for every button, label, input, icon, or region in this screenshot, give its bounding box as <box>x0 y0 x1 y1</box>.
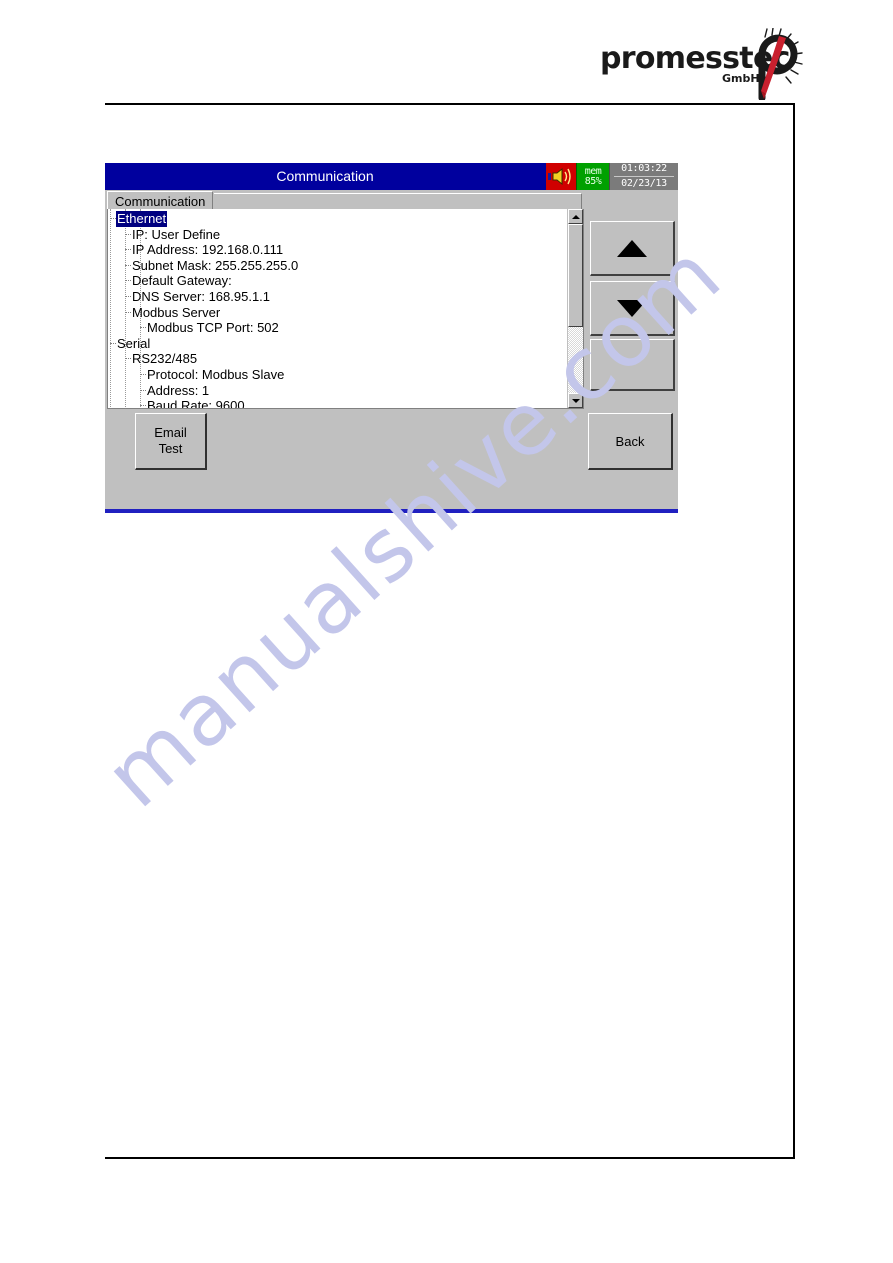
tree-item[interactable]: Subnet Mask: 255.255.255.0 <box>108 258 568 274</box>
down-arrow-icon <box>617 299 647 317</box>
memory-label: mem <box>584 165 602 177</box>
up-arrow-icon <box>617 239 647 257</box>
right-margin-rule <box>793 103 795 1159</box>
tree-scrollbar[interactable] <box>567 209 583 408</box>
tree-elbow-icon <box>121 351 131 367</box>
tree-item-label: RS232/485 <box>132 351 198 367</box>
tree-elbow-icon <box>121 289 131 305</box>
clock-divider <box>614 176 674 177</box>
clock-time: 01:03:22 <box>621 163 667 174</box>
key-blank-top <box>586 191 678 219</box>
tab-strip-filler <box>214 193 582 210</box>
tree-item[interactable]: Modbus TCP Port: 502 <box>108 320 568 336</box>
tree-item[interactable]: Protocol: Modbus Slave <box>108 367 568 383</box>
tree-elbow-icon <box>136 383 146 399</box>
tree-item[interactable]: Modbus Server <box>108 305 568 321</box>
scrollbar-track[interactable] <box>568 224 583 393</box>
tree-item-label: Baud Rate: 9600 <box>147 398 245 409</box>
memory-value: 85% <box>584 175 602 187</box>
tree-item-label: Protocol: Modbus Slave <box>147 366 285 382</box>
back-button[interactable]: Back <box>588 413 673 470</box>
tree-elbow-icon <box>136 398 146 408</box>
tree-item-label: IP: User Define <box>132 226 221 242</box>
settings-tree-panel[interactable]: Ethernet IP: User Define IP Address: 192.1… <box>107 209 584 409</box>
email-test-label-line2: Test <box>158 441 183 456</box>
tree-item[interactable]: Ethernet <box>108 211 568 227</box>
status-cluster: mem 85% 01:03:22 02/23/13 <box>546 163 678 190</box>
document-page: promesstec GmbH Communication mem 85% 01… <box>0 0 893 1263</box>
tree-elbow-icon <box>108 211 116 227</box>
scroll-down-glyph <box>571 398 580 403</box>
tree-item-label: Modbus Server <box>132 304 221 320</box>
tree-item[interactable]: Baud Rate: 9600 <box>108 398 568 409</box>
tree-elbow-icon <box>121 242 131 258</box>
tree-item-label: Default Gateway: <box>132 273 232 289</box>
clock-indicator: 01:03:22 02/23/13 <box>609 163 678 190</box>
tree-item[interactable]: Serial <box>108 336 568 352</box>
tree-elbow-icon <box>121 227 131 243</box>
tree-elbow-icon <box>121 305 131 321</box>
device-screen: Communication mem 85% 01:03:22 02/23/13 … <box>105 163 678 513</box>
scroll-up-glyph <box>571 214 580 219</box>
scroll-down-button[interactable] <box>590 281 675 336</box>
tree-item-label: Modbus TCP Port: 502 <box>147 320 279 336</box>
gauge-p-logo-icon <box>758 28 803 100</box>
scrollbar-thumb[interactable] <box>568 224 583 327</box>
memory-indicator: mem 85% <box>576 163 609 190</box>
tree-item-label: DNS Server: 168.95.1.1 <box>132 288 271 304</box>
tree-item[interactable]: Address: 1 <box>108 383 568 399</box>
speaker-icon[interactable] <box>546 163 576 190</box>
tree-item[interactable]: DNS Server: 168.95.1.1 <box>108 289 568 305</box>
tree-item-label: Ethernet <box>116 211 168 227</box>
spare-button[interactable] <box>590 339 675 391</box>
tree-elbow-icon <box>136 367 146 383</box>
page-title: Communication <box>276 168 374 184</box>
scroll-up-button[interactable] <box>590 221 675 276</box>
tree-elbow-icon <box>108 336 116 352</box>
device-bottom-bar: Email Test Back <box>107 412 678 472</box>
tree-item[interactable]: RS232/485 <box>108 351 568 367</box>
footer-rule <box>105 1157 795 1159</box>
tab-communication[interactable]: Communication <box>107 191 214 210</box>
tree-item-label: Subnet Mask: 255.255.255.0 <box>132 257 299 273</box>
brand-logo: promesstec GmbH <box>600 28 803 100</box>
tab-strip: Communication <box>107 191 582 211</box>
tree-item-label: IP Address: 192.168.0.111 <box>132 242 284 258</box>
clock-date: 02/23/13 <box>621 178 667 189</box>
tree-item[interactable]: Default Gateway: <box>108 273 568 289</box>
device-titlebar: Communication mem 85% 01:03:22 02/23/13 <box>105 163 678 190</box>
email-test-button[interactable]: Email Test <box>135 413 207 470</box>
tree-item-label: Serial <box>117 335 151 351</box>
scroll-up-arrow-icon[interactable] <box>568 209 583 224</box>
tree-elbow-icon <box>121 273 131 289</box>
scroll-down-arrow-icon[interactable] <box>568 393 583 408</box>
tree-item[interactable]: IP Address: 192.168.0.111 <box>108 242 568 258</box>
watermark: manualshive.com <box>87 224 820 990</box>
tree-item[interactable]: IP: User Define <box>108 227 568 243</box>
tree-elbow-icon <box>121 258 131 274</box>
header-rule <box>105 103 795 105</box>
tree-item-label: Address: 1 <box>147 382 210 398</box>
email-test-label-line1: Email <box>154 424 187 440</box>
settings-tree: Ethernet IP: User Define IP Address: 192.1… <box>108 209 568 409</box>
tree-elbow-icon <box>136 320 146 336</box>
